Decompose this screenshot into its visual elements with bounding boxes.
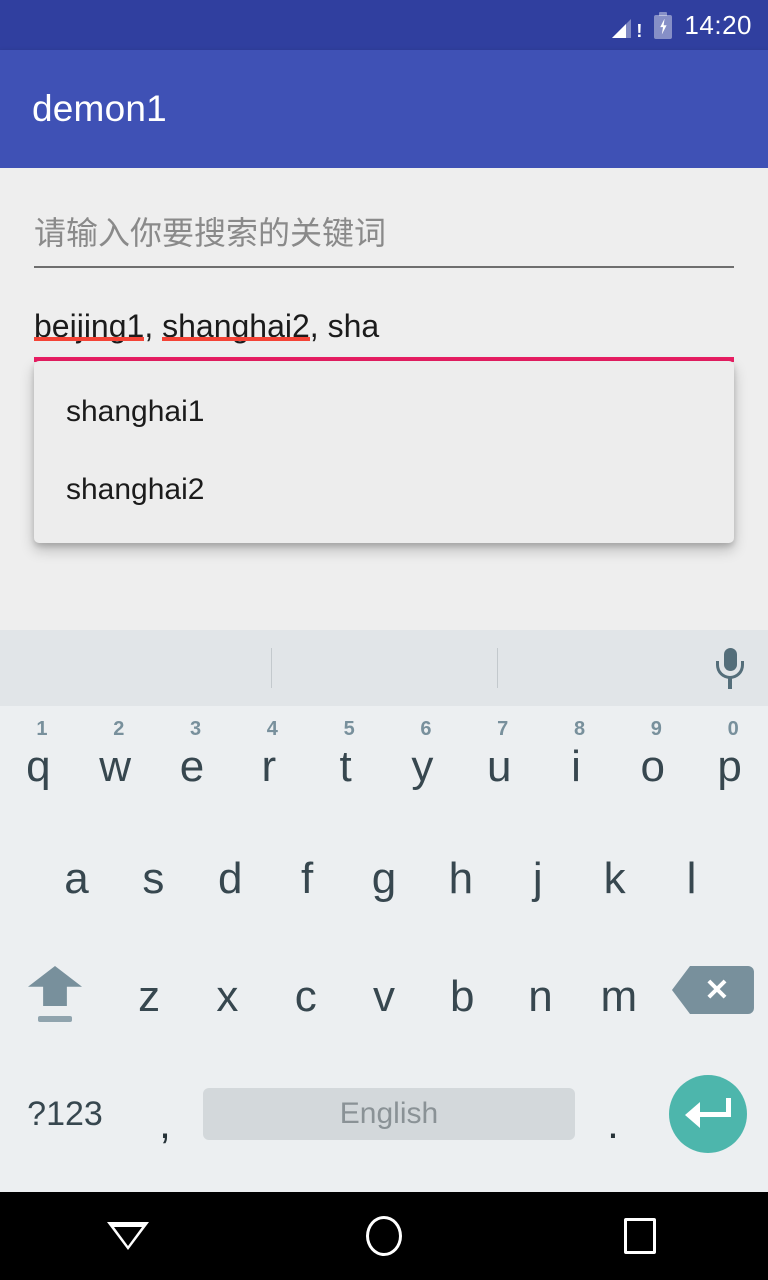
key-number-label: 5 — [343, 718, 355, 740]
key-t[interactable]: 5t — [307, 706, 384, 820]
keyboard-suggestion-strip[interactable] — [0, 630, 768, 706]
key-number-label: 1 — [36, 718, 48, 740]
nav-home-circle-icon[interactable] — [324, 1192, 444, 1280]
suggestion-divider — [271, 648, 272, 688]
result-input-value: beijing1, shanghai2, sha — [34, 308, 379, 357]
autocomplete-dropdown[interactable]: shanghai1 shanghai2 — [34, 361, 734, 543]
keyboard-row-3: z x c v b n m ✕ — [0, 938, 768, 1056]
list-item[interactable]: shanghai1 — [34, 373, 734, 451]
keyboard-row-4: ?123 , English . — [0, 1056, 768, 1172]
key-r[interactable]: 4r — [230, 706, 307, 820]
key-letter-label: e — [179, 742, 205, 791]
key-letter-label: y — [411, 742, 434, 791]
key-f[interactable]: f — [269, 820, 346, 938]
key-w[interactable]: 2w — [77, 706, 154, 820]
key-number-label: 2 — [113, 718, 125, 740]
key-d[interactable]: d — [192, 820, 269, 938]
key-n[interactable]: n — [501, 938, 579, 1056]
key-number-label: 3 — [189, 718, 202, 740]
signal-bars-warning-icon: ! — [612, 12, 642, 40]
enter-return-icon[interactable] — [648, 1075, 768, 1153]
result-separator-1: , — [144, 308, 163, 344]
suggestion-divider — [497, 648, 498, 688]
status-icons: ! 14:20 — [612, 10, 752, 41]
key-s[interactable]: s — [115, 820, 192, 938]
status-clock: 14:20 — [684, 9, 752, 40]
key-p[interactable]: 0p — [691, 706, 768, 820]
result-partial-word: sha — [327, 308, 380, 344]
key-number-label: 7 — [497, 718, 509, 740]
key-y[interactable]: 6y — [384, 706, 461, 820]
space-key[interactable]: English — [200, 1056, 578, 1172]
key-m[interactable]: m — [580, 938, 658, 1056]
key-letter-label: p — [717, 742, 742, 791]
symbols-key[interactable]: ?123 — [0, 1056, 130, 1172]
key-letter-label: i — [571, 742, 581, 791]
key-a[interactable]: a — [38, 820, 115, 938]
list-item[interactable]: shanghai2 — [34, 451, 734, 529]
key-h[interactable]: h — [422, 820, 499, 938]
key-x[interactable]: x — [188, 938, 266, 1056]
status-bar: ! 14:20 — [0, 0, 768, 50]
key-letter-label: r — [261, 742, 277, 791]
key-q[interactable]: 1q — [0, 706, 77, 820]
key-number-label: 4 — [266, 718, 278, 740]
key-c[interactable]: c — [267, 938, 345, 1056]
search-input-placeholder: 请输入你要搜索的关键词 — [34, 215, 387, 251]
search-input[interactable]: 请输入你要搜索的关键词 — [34, 208, 734, 268]
key-b[interactable]: b — [423, 938, 501, 1056]
key-letter-label: o — [640, 742, 666, 791]
android-screen: ! 14:20 demon1 请输入你要搜索的关键词 beijing1, sha… — [0, 0, 768, 1280]
key-letter-label: q — [26, 742, 51, 791]
soft-keyboard: 1q 2w 3e 4r 5t 6y 7u 8i 9o 0p a s d f g … — [0, 630, 768, 1192]
app-bar: demon1 — [0, 50, 768, 168]
key-u[interactable]: 7u — [461, 706, 538, 820]
key-number-label: 8 — [573, 718, 586, 740]
key-e[interactable]: 3e — [154, 706, 231, 820]
navigation-bar — [0, 1192, 768, 1280]
key-z[interactable]: z — [110, 938, 188, 1056]
result-separator-2: , — [309, 308, 328, 344]
key-i[interactable]: 8i — [538, 706, 615, 820]
keyboard-row-2: a s d f g h j k l — [0, 820, 768, 938]
key-j[interactable]: j — [499, 820, 576, 938]
key-number-label: 6 — [420, 718, 432, 740]
backspace-delete-icon[interactable]: ✕ — [658, 938, 768, 1056]
period-key[interactable]: . — [578, 1056, 648, 1172]
key-g[interactable]: g — [346, 820, 423, 938]
space-key-label: English — [203, 1088, 575, 1140]
nav-back-triangle-icon[interactable] — [68, 1192, 188, 1280]
shift-arrow-icon[interactable] — [0, 938, 110, 1056]
search-input-underline — [34, 266, 734, 268]
comma-key[interactable]: , — [130, 1056, 200, 1172]
key-letter-label: w — [99, 742, 132, 791]
battery-charging-icon — [654, 11, 673, 39]
keyboard-row-1: 1q 2w 3e 4r 5t 6y 7u 8i 9o 0p — [0, 706, 768, 820]
key-k[interactable]: k — [576, 820, 653, 938]
key-o[interactable]: 9o — [614, 706, 691, 820]
key-number-label: 0 — [727, 718, 739, 740]
misspelled-word-beijing1: beijing1 — [34, 308, 145, 344]
misspelled-word-shanghai2: shanghai2 — [162, 308, 310, 344]
key-letter-label: u — [486, 742, 512, 791]
key-letter-label: t — [339, 742, 352, 791]
microphone-icon[interactable] — [716, 648, 744, 690]
nav-recents-square-icon[interactable] — [580, 1192, 700, 1280]
key-number-label: 9 — [650, 718, 662, 740]
main-content: 请输入你要搜索的关键词 beijing1, shanghai2, sha sha… — [0, 168, 768, 630]
key-l[interactable]: l — [653, 820, 730, 938]
result-input[interactable]: beijing1, shanghai2, sha — [34, 308, 734, 362]
app-title: demon1 — [32, 88, 167, 129]
key-v[interactable]: v — [345, 938, 423, 1056]
